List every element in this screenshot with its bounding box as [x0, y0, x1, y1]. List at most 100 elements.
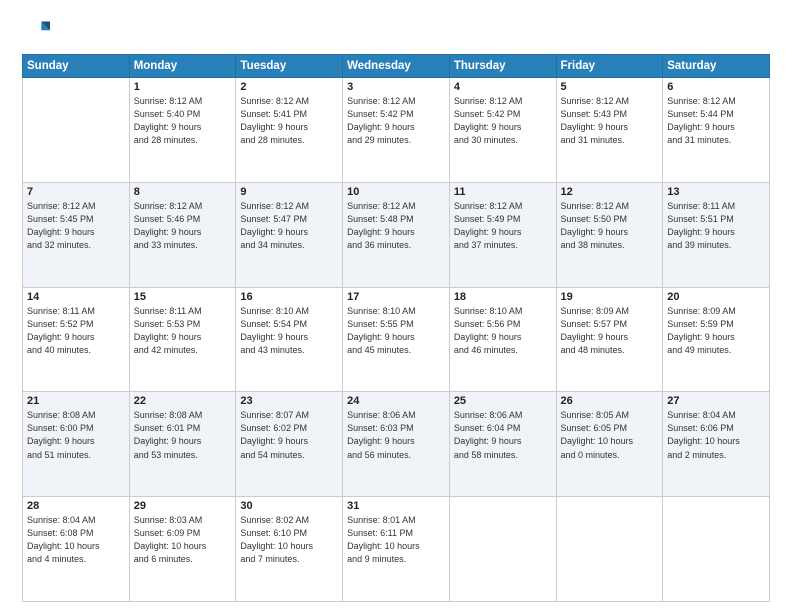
- day-info: Sunrise: 8:12 AM Sunset: 5:47 PM Dayligh…: [240, 200, 338, 252]
- day-number: 18: [454, 291, 552, 303]
- day-number: 25: [454, 395, 552, 407]
- calendar-week-0: 1Sunrise: 8:12 AM Sunset: 5:40 PM Daylig…: [23, 78, 770, 183]
- calendar-cell: 30 Sunrise: 8:02 AM Sunset: 6:10 PM Dayli…: [236, 497, 343, 602]
- day-number: 5: [561, 81, 659, 93]
- calendar-cell: 10Sunrise: 8:12 AM Sunset: 5:48 PM Dayli…: [343, 182, 450, 287]
- day-header-saturday: Saturday: [663, 55, 770, 78]
- day-header-monday: Monday: [129, 55, 236, 78]
- calendar-cell: 5Sunrise: 8:12 AM Sunset: 5:43 PM Daylig…: [556, 78, 663, 183]
- calendar-cell: 14Sunrise: 8:11 AM Sunset: 5:52 PM Dayli…: [23, 287, 130, 392]
- day-info: Sunrise: 8:09 AM Sunset: 5:57 PM Dayligh…: [561, 305, 659, 357]
- day-number: 23: [240, 395, 338, 407]
- calendar-week-3: 21Sunrise: 8:08 AM Sunset: 6:00 PM Dayli…: [23, 392, 770, 497]
- day-info: Sunrise: 8:11 AM Sunset: 5:53 PM Dayligh…: [134, 305, 232, 357]
- day-info: Sunrise: 8:11 AM Sunset: 5:52 PM Dayligh…: [27, 305, 125, 357]
- calendar-cell: 2 Sunrise: 8:12 AM Sunset: 5:41 PM Daylig…: [236, 78, 343, 183]
- day-info: Sunrise: 8:02 AM Sunset: 6:10 PM Dayligh…: [240, 514, 338, 566]
- calendar-cell: 3 Sunrise: 8:12 AM Sunset: 5:42 PM Daylig…: [343, 78, 450, 183]
- day-info: Sunrise: 8:07 AM Sunset: 6:02 PM Dayligh…: [240, 409, 338, 461]
- day-number: 12: [561, 186, 659, 198]
- calendar-cell: 31 Sunrise: 8:01 AM Sunset: 6:11 PM Dayli…: [343, 497, 450, 602]
- day-info: Sunrise: 8:06 AM Sunset: 6:04 PM Dayligh…: [454, 409, 552, 461]
- day-number: 31: [347, 500, 445, 512]
- day-header-tuesday: Tuesday: [236, 55, 343, 78]
- calendar-cell: 19 Sunrise: 8:09 AM Sunset: 5:57 PM Dayli…: [556, 287, 663, 392]
- calendar-cell: 17 Sunrise: 8:10 AM Sunset: 5:55 PM Dayli…: [343, 287, 450, 392]
- day-info: Sunrise: 8:04 AM Sunset: 6:06 PM Dayligh…: [667, 409, 765, 461]
- day-number: 2: [240, 81, 338, 93]
- calendar-cell: 1Sunrise: 8:12 AM Sunset: 5:40 PM Daylig…: [129, 78, 236, 183]
- header-row: SundayMondayTuesdayWednesdayThursdayFrid…: [23, 55, 770, 78]
- page: SundayMondayTuesdayWednesdayThursdayFrid…: [0, 0, 792, 612]
- header: [22, 18, 770, 46]
- calendar-cell: 21Sunrise: 8:08 AM Sunset: 6:00 PM Dayli…: [23, 392, 130, 497]
- calendar-cell: 28 Sunrise: 8:04 AM Sunset: 6:08 PM Dayli…: [23, 497, 130, 602]
- day-number: 8: [134, 186, 232, 198]
- day-number: 24: [347, 395, 445, 407]
- calendar-header: SundayMondayTuesdayWednesdayThursdayFrid…: [23, 55, 770, 78]
- logo-icon: [22, 18, 50, 46]
- calendar-cell: 8Sunrise: 8:12 AM Sunset: 5:46 PM Daylig…: [129, 182, 236, 287]
- day-info: Sunrise: 8:12 AM Sunset: 5:45 PM Dayligh…: [27, 200, 125, 252]
- day-number: 27: [667, 395, 765, 407]
- day-info: Sunrise: 8:10 AM Sunset: 5:55 PM Dayligh…: [347, 305, 445, 357]
- calendar-cell: 6Sunrise: 8:12 AM Sunset: 5:44 PM Daylig…: [663, 78, 770, 183]
- day-number: 17: [347, 291, 445, 303]
- day-info: Sunrise: 8:12 AM Sunset: 5:49 PM Dayligh…: [454, 200, 552, 252]
- day-info: Sunrise: 8:04 AM Sunset: 6:08 PM Dayligh…: [27, 514, 125, 566]
- day-info: Sunrise: 8:08 AM Sunset: 6:00 PM Dayligh…: [27, 409, 125, 461]
- day-number: 16: [240, 291, 338, 303]
- day-number: 20: [667, 291, 765, 303]
- calendar-cell: 22 Sunrise: 8:08 AM Sunset: 6:01 PM Dayli…: [129, 392, 236, 497]
- day-info: Sunrise: 8:10 AM Sunset: 5:54 PM Dayligh…: [240, 305, 338, 357]
- day-number: 7: [27, 186, 125, 198]
- day-number: 26: [561, 395, 659, 407]
- calendar-cell: [556, 497, 663, 602]
- day-info: Sunrise: 8:01 AM Sunset: 6:11 PM Dayligh…: [347, 514, 445, 566]
- day-info: Sunrise: 8:12 AM Sunset: 5:41 PM Dayligh…: [240, 95, 338, 147]
- day-info: Sunrise: 8:03 AM Sunset: 6:09 PM Dayligh…: [134, 514, 232, 566]
- day-number: 15: [134, 291, 232, 303]
- day-number: 3: [347, 81, 445, 93]
- day-info: Sunrise: 8:08 AM Sunset: 6:01 PM Dayligh…: [134, 409, 232, 461]
- calendar-cell: 16 Sunrise: 8:10 AM Sunset: 5:54 PM Dayli…: [236, 287, 343, 392]
- calendar-table: SundayMondayTuesdayWednesdayThursdayFrid…: [22, 54, 770, 602]
- day-info: Sunrise: 8:05 AM Sunset: 6:05 PM Dayligh…: [561, 409, 659, 461]
- day-number: 28: [27, 500, 125, 512]
- day-info: Sunrise: 8:11 AM Sunset: 5:51 PM Dayligh…: [667, 200, 765, 252]
- calendar-cell: 9 Sunrise: 8:12 AM Sunset: 5:47 PM Daylig…: [236, 182, 343, 287]
- day-header-sunday: Sunday: [23, 55, 130, 78]
- calendar-cell: [663, 497, 770, 602]
- calendar-cell: 18Sunrise: 8:10 AM Sunset: 5:56 PM Dayli…: [449, 287, 556, 392]
- calendar-cell: 23 Sunrise: 8:07 AM Sunset: 6:02 PM Dayli…: [236, 392, 343, 497]
- day-number: 11: [454, 186, 552, 198]
- day-number: 6: [667, 81, 765, 93]
- day-info: Sunrise: 8:09 AM Sunset: 5:59 PM Dayligh…: [667, 305, 765, 357]
- day-header-friday: Friday: [556, 55, 663, 78]
- logo: [22, 18, 54, 46]
- calendar-body: 1Sunrise: 8:12 AM Sunset: 5:40 PM Daylig…: [23, 78, 770, 602]
- calendar-cell: 7 Sunrise: 8:12 AM Sunset: 5:45 PM Daylig…: [23, 182, 130, 287]
- calendar-cell: 20 Sunrise: 8:09 AM Sunset: 5:59 PM Dayli…: [663, 287, 770, 392]
- calendar-cell: [23, 78, 130, 183]
- day-number: 4: [454, 81, 552, 93]
- calendar-cell: 12Sunrise: 8:12 AM Sunset: 5:50 PM Dayli…: [556, 182, 663, 287]
- day-info: Sunrise: 8:12 AM Sunset: 5:42 PM Dayligh…: [347, 95, 445, 147]
- calendar-cell: 29Sunrise: 8:03 AM Sunset: 6:09 PM Dayli…: [129, 497, 236, 602]
- day-info: Sunrise: 8:12 AM Sunset: 5:40 PM Dayligh…: [134, 95, 232, 147]
- day-number: 19: [561, 291, 659, 303]
- day-number: 22: [134, 395, 232, 407]
- calendar-cell: 4 Sunrise: 8:12 AM Sunset: 5:42 PM Daylig…: [449, 78, 556, 183]
- day-number: 30: [240, 500, 338, 512]
- calendar-cell: 13Sunrise: 8:11 AM Sunset: 5:51 PM Dayli…: [663, 182, 770, 287]
- calendar-cell: 15 Sunrise: 8:11 AM Sunset: 5:53 PM Dayli…: [129, 287, 236, 392]
- calendar-cell: 27 Sunrise: 8:04 AM Sunset: 6:06 PM Dayli…: [663, 392, 770, 497]
- day-info: Sunrise: 8:12 AM Sunset: 5:42 PM Dayligh…: [454, 95, 552, 147]
- calendar-week-4: 28 Sunrise: 8:04 AM Sunset: 6:08 PM Dayli…: [23, 497, 770, 602]
- calendar-cell: 24 Sunrise: 8:06 AM Sunset: 6:03 PM Dayli…: [343, 392, 450, 497]
- day-number: 9: [240, 186, 338, 198]
- calendar-cell: 11 Sunrise: 8:12 AM Sunset: 5:49 PM Dayli…: [449, 182, 556, 287]
- calendar-cell: 26 Sunrise: 8:05 AM Sunset: 6:05 PM Dayli…: [556, 392, 663, 497]
- day-info: Sunrise: 8:06 AM Sunset: 6:03 PM Dayligh…: [347, 409, 445, 461]
- day-number: 10: [347, 186, 445, 198]
